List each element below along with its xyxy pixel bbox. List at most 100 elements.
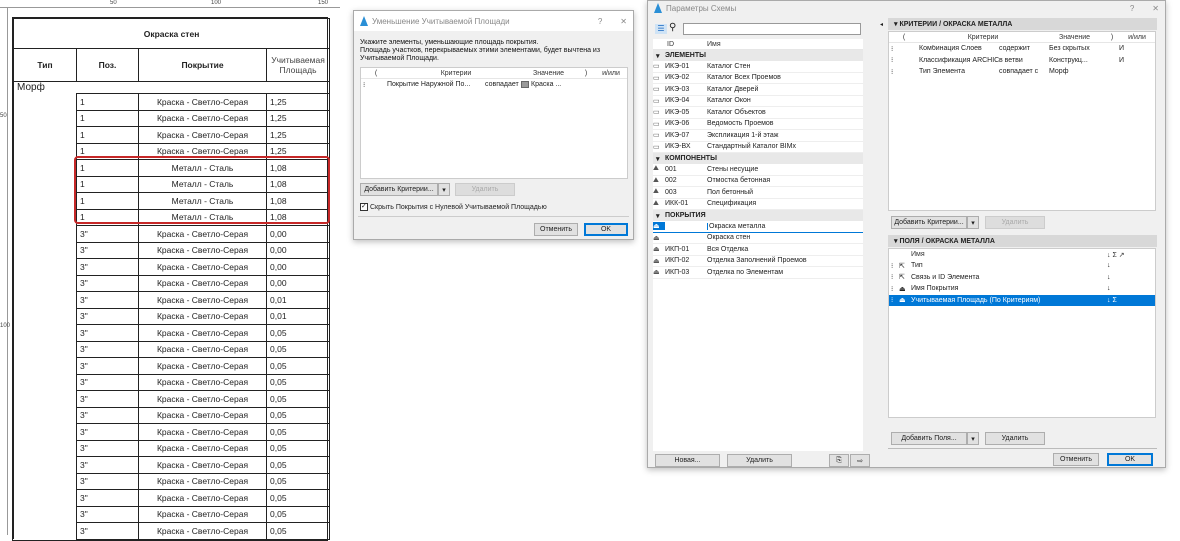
list-item[interactable]: ▭ ИКЭ-ВХ Стандартный Каталог BIMx — [653, 142, 863, 153]
item-id: ИКЭ-07 — [665, 131, 690, 139]
surface-cell: Краска - Светло-Серая — [138, 390, 267, 408]
item-name: Экспликация 1-й этаж — [707, 131, 779, 139]
criteria-row[interactable]: ⁝ Тип Элемента совпадает с Морф — [889, 66, 1155, 78]
field-row[interactable]: ⁝ ⏏ Имя Покрытия ↓ — [889, 283, 1155, 295]
list-item[interactable]: ⏏ ИКП-03 Отделка по Элементам — [653, 267, 863, 279]
delete-button[interactable]: Удалить — [455, 183, 515, 196]
ok-button[interactable]: OK — [1107, 453, 1153, 466]
add-criteria-button[interactable]: Добавить Критерии... — [360, 183, 438, 196]
list-item[interactable]: ▭ ИКЭ-05 Каталог Объектов — [653, 107, 863, 119]
list-item[interactable]: ▭ ИКЭ-02 Каталог Всех Проемов — [653, 73, 863, 84]
list-item[interactable]: ⛰ ИКК-01 Спецификация — [653, 199, 863, 210]
field-type-icon: ⏏ — [899, 297, 906, 305]
value: Конструкц... — [1049, 56, 1088, 64]
chevron-down-icon[interactable]: ▾ — [967, 216, 979, 229]
import-icon[interactable]: ⎘ — [829, 454, 849, 467]
export-icon[interactable]: ⇨ — [850, 454, 870, 467]
chevron-down-icon[interactable]: ▾ — [653, 52, 665, 60]
drag-handle-icon[interactable]: ⁝ — [889, 56, 919, 64]
cancel-button[interactable]: Отменить — [1053, 453, 1099, 466]
group-header[interactable]: ▾ ЭЛЕМЕНТЫ — [653, 50, 863, 61]
surface-icon: ⏏ — [653, 269, 660, 277]
item-name: Отмостка бетонная — [707, 177, 771, 185]
fields-section-header[interactable]: ▾ ПОЛЯ / ОКРАСКА МЕТАЛЛА — [888, 235, 1157, 247]
list-item[interactable]: ⏏ ИКП-02 Отделка Заполнений Проемов — [653, 256, 863, 267]
drag-handle-icon[interactable]: ⁝ — [889, 273, 899, 281]
list-item[interactable]: ⛰ 001 Стены несущие — [653, 164, 863, 176]
criteria-row[interactable]: ⁝ Комбинация Слоев содержит Без скрытых И — [889, 43, 1155, 55]
surface-cell: Краска - Светло-Серая — [138, 93, 267, 111]
chevron-down-icon[interactable]: ▾ — [653, 212, 665, 220]
drag-handle-icon[interactable]: ⁝ — [889, 45, 919, 53]
sort-icon[interactable]: ↓ — [1107, 285, 1111, 292]
list-item[interactable]: ▭ ИКЭ-03 Каталог Дверей — [653, 84, 863, 96]
search-icon[interactable]: ⚲ — [669, 22, 676, 33]
ruler-left: 50 100 — [0, 8, 10, 535]
sort-icon[interactable]: ↓ — [1107, 274, 1111, 281]
list-item[interactable]: ▭ ИКЭ-04 Каталог Окон — [653, 96, 863, 107]
item-id: ИКЭ-02 — [665, 74, 690, 82]
search-input[interactable] — [683, 23, 861, 35]
list-item[interactable]: ▭ ИКЭ-01 Каталог Стен — [653, 61, 863, 73]
add-fields-button[interactable]: Добавить Поля... — [891, 432, 967, 445]
criteria-row[interactable]: ⁝Классификация ARCHICA...в ветви Конструк… — [889, 55, 1155, 67]
col-paren-open: ( — [374, 69, 378, 77]
sort-icon[interactable]: ↓ — [1107, 262, 1111, 269]
help-button[interactable]: ? — [1130, 4, 1134, 13]
surface-icon: ⏏ — [653, 222, 665, 231]
collapse-arrow-icon[interactable]: ◂ — [880, 21, 883, 28]
group-header[interactable]: ▾ ПОКРЫТИЯ — [653, 210, 863, 221]
list-item[interactable]: ⛰ 003 Пол бетонный — [653, 187, 863, 199]
chevron-down-icon[interactable]: ▾ — [967, 432, 979, 445]
list-view-icon[interactable]: ☰ — [655, 24, 667, 34]
delete-criteria-button[interactable]: Удалить — [985, 216, 1045, 229]
chevron-down-icon[interactable]: ▾ — [438, 183, 450, 196]
new-button[interactable]: Новая... — [655, 454, 720, 467]
andor: И — [1119, 56, 1125, 64]
help-button[interactable]: ? — [598, 17, 602, 26]
field-row[interactable]: ⁝ ⇱ Тип ↓ — [889, 260, 1155, 272]
operator: совпадает с — [485, 81, 525, 89]
item-id: 003 — [665, 188, 677, 196]
col-name[interactable]: Имя — [707, 41, 721, 48]
list-item[interactable]: ▭ ИКЭ-06 Ведомость Проемов — [653, 119, 863, 130]
item-id: ИКЭ-01 — [665, 62, 690, 70]
hide-zero-checkbox[interactable]: ✓ — [360, 203, 368, 211]
delete-field-button[interactable]: Удалить — [985, 432, 1045, 445]
app-logo-icon — [360, 16, 368, 26]
field-row[interactable]: ⁝ ⏏ Учитываемая Площадь (По Критериям) ↓ Σ — [889, 294, 1155, 306]
sort-icon[interactable]: ↓ Σ — [1107, 297, 1117, 304]
drag-handle-icon[interactable]: ⁝ — [889, 296, 899, 304]
area-cell: 1,25 — [265, 93, 331, 111]
type-cell — [13, 110, 77, 127]
close-button[interactable]: ✕ — [1152, 4, 1159, 13]
list-item[interactable]: ▭ ИКЭ-07 Экспликация 1-й этаж — [653, 130, 863, 142]
close-button[interactable]: ✕ — [620, 17, 627, 26]
list-item[interactable]: ⏏ ИКП-01 Вся Отделка — [653, 244, 863, 256]
criteria-section-header[interactable]: ▾ КРИТЕРИИ / ОКРАСКА МЕТАЛЛА — [888, 18, 1157, 30]
drag-handle-icon[interactable]: ⁝ — [889, 285, 899, 293]
add-criteria-button[interactable]: Добавить Критерии... — [891, 216, 967, 229]
type-cell — [13, 440, 77, 457]
col-id[interactable]: ID — [667, 41, 707, 48]
cancel-button[interactable]: Отменить — [534, 223, 578, 236]
delete-button[interactable]: Удалить — [727, 454, 792, 467]
criteria-row[interactable]: ⁝ Покрытие Наружной По... совпадает с Кр… — [361, 79, 627, 91]
list-item[interactable]: ⏏ Окраска металла — [653, 221, 863, 233]
drag-handle-icon[interactable]: ⁝ — [361, 81, 387, 89]
drag-handle-icon[interactable]: ⁝ — [889, 68, 919, 76]
list-item[interactable]: ⛰ 002 Отмостка бетонная — [653, 176, 863, 187]
drag-handle-icon[interactable]: ⁝ — [889, 262, 899, 270]
surface-cell: Краска - Светло-Серая — [138, 225, 267, 243]
field-row[interactable]: ⁝ ⇱ Связь и ID Элемента ↓ — [889, 272, 1155, 284]
pos-cell: 3" — [76, 225, 139, 243]
ok-button[interactable]: OK — [584, 223, 628, 236]
list-item[interactable]: ⏏ Окраска стен — [653, 233, 863, 244]
criteria-list: ( Критерии Значение ) и/или ⁝ Покрытие Н… — [360, 67, 628, 179]
type-cell — [13, 522, 77, 539]
chevron-down-icon[interactable]: ▾ — [653, 155, 665, 163]
group-header[interactable]: ▾ КОМПОНЕНТЫ — [653, 153, 863, 164]
col-name: Имя — [911, 251, 925, 258]
item-id: ИКК-01 — [665, 200, 689, 208]
item-name: Каталог Всех Проемов — [707, 74, 781, 82]
